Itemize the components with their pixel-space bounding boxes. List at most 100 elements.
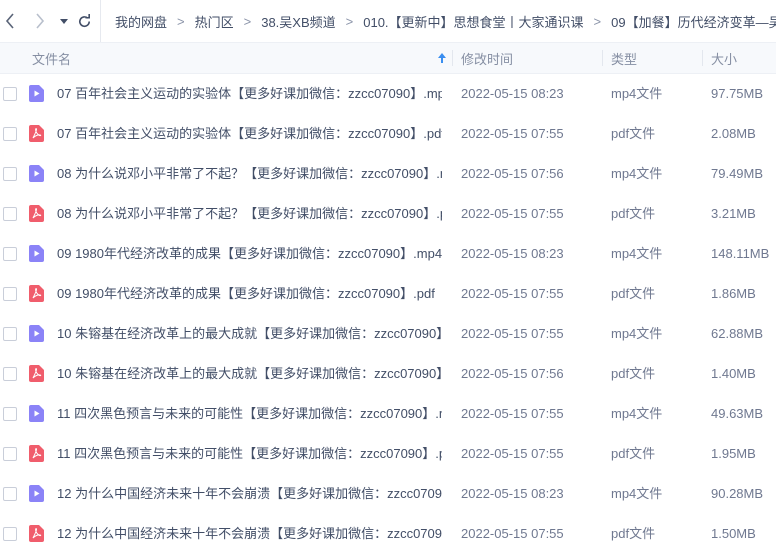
file-type: mp4文件 — [611, 326, 663, 341]
file-modified-time: 2022-05-15 07:55 — [461, 406, 564, 421]
breadcrumb: 我的网盘 > 热门区 > 38.吴XB频道 > 010.【更新中】思想食堂丨大家… — [100, 0, 776, 42]
file-row[interactable]: 08 为什么说邓小平非常了不起？【更多好课加微信：zzcc07090】.pdf 2… — [0, 194, 776, 234]
row-checkbox[interactable] — [3, 527, 17, 541]
row-checkbox[interactable] — [3, 487, 17, 501]
file-size: 1.50MB — [711, 526, 756, 541]
file-type: pdf文件 — [611, 126, 656, 141]
file-name[interactable]: 11 四次黑色预言与未来的可能性【更多好课加微信：zzcc07090】.pdf — [57, 434, 442, 474]
file-row[interactable]: 09 1980年代经济改革的成果【更多好课加微信：zzcc07090】.mp4 2… — [0, 234, 776, 274]
forward-button[interactable] — [30, 10, 50, 32]
file-modified-time: 2022-05-15 07:55 — [461, 286, 564, 301]
file-modified-time: 2022-05-15 07:56 — [461, 366, 564, 381]
arrow-up-icon[interactable] — [437, 43, 447, 73]
breadcrumb-separator: > — [243, 13, 252, 29]
file-type: mp4文件 — [611, 246, 663, 261]
file-size: 3.21MB — [711, 206, 756, 221]
file-name[interactable]: 09 1980年代经济改革的成果【更多好课加微信：zzcc07090】.mp4 — [57, 234, 442, 274]
row-checkbox[interactable] — [3, 287, 17, 301]
file-row[interactable]: 07 百年社会主义运动的实验体【更多好课加微信：zzcc07090】.pdf 20… — [0, 114, 776, 154]
file-name[interactable]: 08 为什么说邓小平非常了不起？【更多好课加微信：zzcc07090】.mp4 — [57, 154, 442, 194]
file-size: 1.95MB — [711, 446, 756, 461]
video-file-icon — [29, 165, 44, 182]
file-row[interactable]: 11 四次黑色预言与未来的可能性【更多好课加微信：zzcc07090】.pdf 2… — [0, 434, 776, 474]
file-name[interactable]: 09 1980年代经济改革的成果【更多好课加微信：zzcc07090】.pdf — [57, 274, 442, 314]
breadcrumb-item[interactable]: 010.【更新中】思想食堂丨大家通识课 — [363, 12, 583, 31]
column-header-size[interactable]: 大小 — [711, 43, 737, 73]
file-size: 1.40MB — [711, 366, 756, 381]
file-row[interactable]: 12 为什么中国经济未来十年不会崩溃【更多好课加微信：zzcc07090】...… — [0, 514, 776, 554]
file-row[interactable]: 07 百年社会主义运动的实验体【更多好课加微信：zzcc07090】.mp4 20… — [0, 74, 776, 114]
file-type: mp4文件 — [611, 166, 663, 181]
file-row[interactable]: 11 四次黑色预言与未来的可能性【更多好课加微信：zzcc07090】.mp4 2… — [0, 394, 776, 434]
file-row[interactable]: 09 1980年代经济改革的成果【更多好课加微信：zzcc07090】.pdf 2… — [0, 274, 776, 314]
file-modified-time: 2022-05-15 08:23 — [461, 86, 564, 101]
file-row[interactable]: 12 为什么中国经济未来十年不会崩溃【更多好课加微信：zzcc07090】...… — [0, 474, 776, 514]
breadcrumb-item[interactable]: 09【加餐】历代经济变革—吴晓波 — [611, 12, 776, 31]
file-name[interactable]: 07 百年社会主义运动的实验体【更多好课加微信：zzcc07090】.mp4 — [57, 74, 442, 114]
file-size: 2.08MB — [711, 126, 756, 141]
column-header-type[interactable]: 类型 — [611, 43, 637, 73]
column-divider[interactable] — [702, 50, 703, 66]
breadcrumb-item[interactable]: 我的网盘 — [115, 12, 167, 31]
file-list: 07 百年社会主义运动的实验体【更多好课加微信：zzcc07090】.mp4 20… — [0, 74, 776, 554]
chevron-right-icon — [36, 13, 45, 29]
video-file-icon — [29, 405, 44, 422]
video-file-icon — [29, 245, 44, 262]
file-modified-time: 2022-05-15 07:55 — [461, 526, 564, 541]
refresh-icon — [78, 13, 90, 27]
column-header-name[interactable]: 文件名 — [32, 43, 71, 73]
file-modified-time: 2022-05-15 08:23 — [461, 246, 564, 261]
row-checkbox[interactable] — [3, 407, 17, 421]
column-header-type-label: 类型 — [611, 51, 638, 67]
pdf-file-icon — [29, 125, 44, 142]
file-type: pdf文件 — [611, 526, 656, 541]
row-checkbox[interactable] — [3, 367, 17, 381]
file-size: 148.11MB — [711, 246, 770, 261]
row-checkbox[interactable] — [3, 327, 17, 341]
pdf-file-icon — [29, 205, 44, 222]
column-header-modified[interactable]: 修改时间 — [461, 43, 513, 73]
file-name[interactable]: 10 朱镕基在经济改革上的最大成就【更多好课加微信：zzcc07090】.... — [57, 314, 442, 354]
file-row[interactable]: 08 为什么说邓小平非常了不起？【更多好课加微信：zzcc07090】.mp4 2… — [0, 154, 776, 194]
pdf-file-icon — [29, 525, 44, 542]
file-name[interactable]: 12 为什么中国经济未来十年不会崩溃【更多好课加微信：zzcc07090】... — [57, 514, 442, 554]
breadcrumb-item[interactable]: 热门区 — [195, 12, 234, 31]
file-type: pdf文件 — [611, 286, 656, 301]
video-file-icon — [29, 485, 44, 502]
file-name[interactable]: 10 朱镕基在经济改革上的最大成就【更多好课加微信：zzcc07090】.p..… — [57, 354, 442, 394]
row-checkbox[interactable] — [3, 247, 17, 261]
breadcrumb-separator: > — [177, 13, 185, 29]
file-name[interactable]: 11 四次黑色预言与未来的可能性【更多好课加微信：zzcc07090】.mp4 — [57, 394, 442, 434]
file-modified-time: 2022-05-15 07:55 — [461, 206, 564, 221]
file-row[interactable]: 10 朱镕基在经济改革上的最大成就【更多好课加微信：zzcc07090】....… — [0, 314, 776, 354]
column-header-modified-label: 修改时间 — [461, 51, 514, 67]
file-name[interactable]: 08 为什么说邓小平非常了不起？【更多好课加微信：zzcc07090】.pdf — [57, 194, 442, 234]
file-row[interactable]: 10 朱镕基在经济改革上的最大成就【更多好课加微信：zzcc07090】.p..… — [0, 354, 776, 394]
pdf-file-icon — [29, 365, 44, 382]
file-size: 49.63MB — [711, 406, 764, 421]
file-modified-time: 2022-05-15 08:23 — [461, 486, 564, 501]
file-modified-time: 2022-05-15 07:56 — [461, 166, 564, 181]
file-size: 62.88MB — [711, 326, 764, 341]
file-type: mp4文件 — [611, 86, 663, 101]
caret-down-icon — [60, 19, 68, 24]
column-divider[interactable] — [452, 50, 453, 66]
breadcrumb-item[interactable]: 38.吴XB频道 — [261, 12, 335, 31]
row-checkbox[interactable] — [3, 127, 17, 141]
row-checkbox[interactable] — [3, 207, 17, 221]
row-checkbox[interactable] — [3, 167, 17, 181]
row-checkbox[interactable] — [3, 87, 17, 101]
refresh-button[interactable] — [74, 10, 94, 32]
history-dropdown-button[interactable] — [54, 10, 74, 32]
column-divider[interactable] — [602, 50, 603, 66]
file-modified-time: 2022-05-15 07:55 — [461, 446, 564, 461]
back-button[interactable] — [0, 10, 20, 32]
file-size: 79.49MB — [711, 166, 764, 181]
video-file-icon — [29, 325, 44, 342]
file-name[interactable]: 07 百年社会主义运动的实验体【更多好课加微信：zzcc07090】.pdf — [57, 114, 442, 154]
row-checkbox[interactable] — [3, 447, 17, 461]
file-modified-time: 2022-05-15 07:55 — [461, 326, 564, 341]
navigation-bar: 我的网盘 > 热门区 > 38.吴XB频道 > 010.【更新中】思想食堂丨大家… — [0, 0, 776, 42]
breadcrumb-separator: > — [593, 13, 602, 29]
file-name[interactable]: 12 为什么中国经济未来十年不会崩溃【更多好课加微信：zzcc07090】... — [57, 474, 442, 514]
